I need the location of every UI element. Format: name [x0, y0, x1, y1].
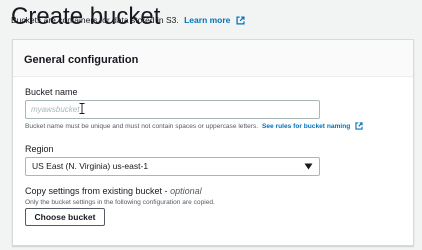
copy-settings-label-text: Copy settings from existing bucket -: [25, 186, 168, 196]
general-configuration-panel: General configuration Bucket name Bucket…: [12, 39, 414, 246]
region-selected-value: US East (N. Virginia) us-east-1: [32, 161, 149, 171]
external-link-icon: [355, 122, 363, 130]
region-label: Region: [25, 144, 54, 154]
external-link-icon: [236, 16, 245, 25]
optional-tag: optional: [170, 186, 202, 196]
learn-more-link[interactable]: Learn more: [184, 15, 245, 25]
region-select[interactable]: US East (N. Virginia) us-east-1: [25, 157, 320, 176]
panel-header: General configuration: [13, 40, 413, 77]
bucket-name-input[interactable]: [25, 100, 320, 119]
bucket-name-hint: Bucket name must be unique and must not …: [25, 122, 363, 131]
bucket-name-hint-text: Bucket name must be unique and must not …: [25, 123, 259, 130]
create-bucket-page: Create bucket Buckets are containers for…: [0, 0, 422, 250]
page-description: Buckets are containers for data stored i…: [11, 14, 245, 26]
copy-settings-label: Copy settings from existing bucket - opt…: [25, 186, 202, 197]
page-description-text: Buckets are containers for data stored i…: [11, 15, 179, 25]
panel-heading: General configuration: [24, 54, 139, 66]
naming-rules-link[interactable]: See rules for bucket naming: [261, 122, 363, 130]
copy-settings-hint: Only the bucket settings in the followin…: [25, 199, 215, 206]
choose-bucket-button[interactable]: Choose bucket: [25, 208, 105, 226]
caret-down-icon: [304, 163, 313, 170]
text-cursor-icon: [79, 103, 85, 114]
bucket-name-label: Bucket name: [25, 87, 78, 97]
naming-rules-link-label: See rules for bucket naming: [261, 123, 351, 130]
learn-more-link-label: Learn more: [184, 15, 231, 25]
